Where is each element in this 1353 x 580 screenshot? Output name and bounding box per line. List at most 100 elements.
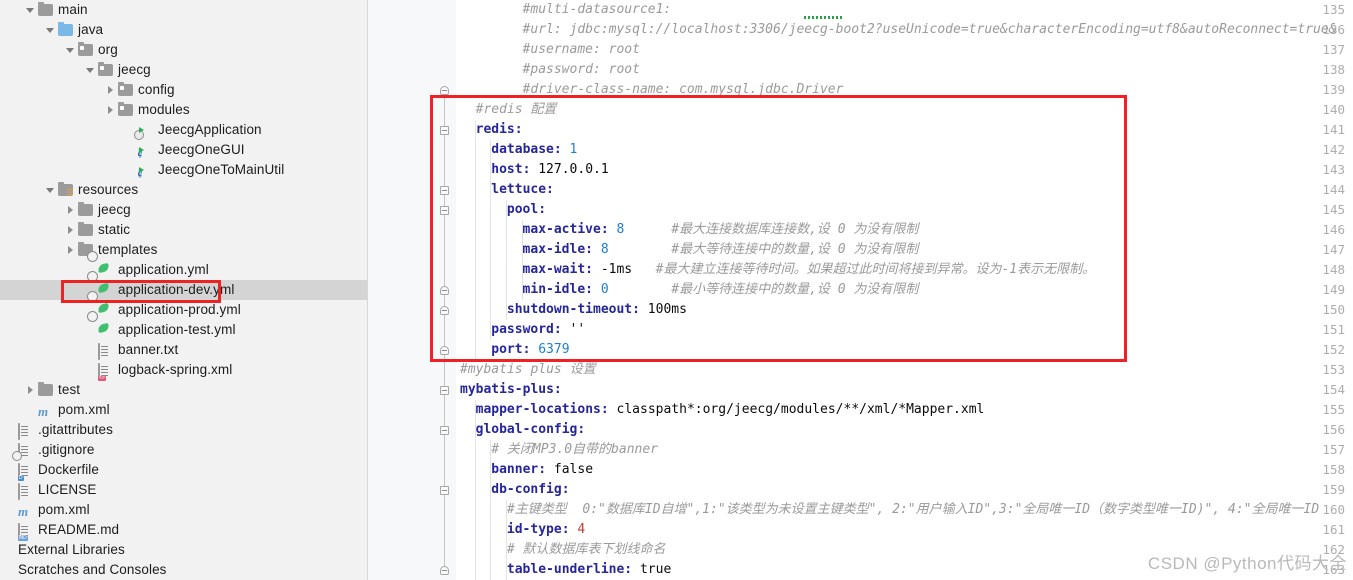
fold-end-marker[interactable]: [440, 566, 449, 575]
code-text-area[interactable]: #multi-datasource1: #url: jdbc:mysql://lo…: [456, 0, 1353, 580]
chevron-down-icon[interactable]: [25, 5, 36, 16]
code-line-163[interactable]: table-underline: true: [507, 560, 671, 580]
tree-item-dockerfile[interactable]: D Dockerfile: [0, 460, 367, 481]
tree-item-java[interactable]: java: [0, 20, 367, 40]
folder-package-icon: [118, 81, 134, 98]
chevron-down-icon[interactable]: [45, 185, 56, 196]
tree-item-test[interactable]: test: [0, 380, 367, 400]
tree-item-jeecgonetomainutil[interactable]: c JeecgOneToMainUtil: [0, 160, 367, 180]
tree-item-jeecg[interactable]: jeecg: [0, 200, 367, 220]
tree-item-label: JeecgOneToMainUtil: [158, 162, 285, 177]
tree-item-resources[interactable]: resources: [0, 180, 367, 200]
tree-item-jeecgonegui[interactable]: c JeecgOneGUI: [0, 140, 367, 160]
code-line-150[interactable]: shutdown-timeout: 100ms: [507, 300, 687, 320]
tree-item-config[interactable]: config: [0, 80, 367, 100]
tree-item-license[interactable]: LICENSE: [0, 480, 367, 500]
tree-item-templates[interactable]: templates: [0, 240, 367, 260]
folder-resources-icon: [58, 181, 74, 198]
fold-collapse-marker[interactable]: [440, 486, 449, 495]
project-tree-panel[interactable]: mainjavaorg jeecg configmodulescJeecgAppli…: [0, 0, 368, 580]
chevron-right-icon[interactable]: [105, 85, 116, 96]
code-line-162[interactable]: # 默认数据库表下划线命名: [507, 540, 666, 560]
fold-collapse-marker[interactable]: [440, 426, 449, 435]
fold-collapse-marker[interactable]: [440, 186, 449, 195]
chevron-right-icon[interactable]: [65, 205, 76, 216]
fold-end-marker[interactable]: [440, 346, 449, 355]
folder-package-icon: [118, 101, 134, 118]
fold-end-marker[interactable]: [440, 306, 449, 315]
code-line-135[interactable]: #multi-datasource1:: [523, 0, 672, 20]
tree-item--gitattributes[interactable]: .gitattributes: [0, 420, 367, 440]
tree-item-pom-xml[interactable]: m pom.xml: [0, 500, 367, 520]
tree-item-application-prod-yml[interactable]: application-prod.yml: [0, 291, 367, 320]
code-line-143[interactable]: host: 127.0.0.1: [491, 160, 608, 180]
code-line-139[interactable]: #driver-class-name: com.mysql.jdbc.Drive…: [523, 80, 844, 100]
tree-item-external-libraries[interactable]: External Libraries: [0, 540, 367, 560]
code-line-155[interactable]: mapper-locations: classpath*:org/jeecg/m…: [476, 400, 985, 420]
yml-file-icon: [87, 251, 114, 278]
fold-collapse-marker[interactable]: [440, 386, 449, 395]
code-line-146[interactable]: max-active: 8 #最大连接数据库连接数,设 0 为没有限制: [523, 220, 919, 240]
code-line-147[interactable]: max-idle: 8 #最大等待连接中的数量,设 0 为没有限制: [523, 240, 919, 260]
chevron-right-icon[interactable]: [65, 225, 76, 236]
fold-end-marker[interactable]: [440, 86, 449, 95]
code-line-161[interactable]: id-type: 4: [507, 520, 585, 540]
tree-item-jeecg[interactable]: jeecg: [0, 60, 367, 80]
code-line-137[interactable]: #username: root: [523, 40, 640, 60]
chevron-right-icon[interactable]: [105, 105, 116, 116]
chevron-down-icon[interactable]: [45, 25, 56, 36]
code-line-136[interactable]: #url: jdbc:mysql://localhost:3306/jeecg-…: [523, 20, 1337, 40]
spellcheck-squiggle: [804, 16, 843, 19]
code-line-141[interactable]: redis:: [476, 120, 523, 140]
code-line-140[interactable]: #redis 配置: [476, 100, 557, 120]
tree-item-application-dev-yml[interactable]: application-dev.yml: [0, 271, 367, 300]
code-editor[interactable]: #multi-datasource1: #url: jdbc:mysql://lo…: [368, 0, 1353, 580]
code-line-159[interactable]: db-config:: [491, 480, 569, 500]
code-line-154[interactable]: mybatis-plus:: [460, 380, 562, 400]
code-line-148[interactable]: max-wait: -1ms #最大建立连接等待时间。如果超过此时间将接到异常。…: [523, 260, 1096, 280]
code-line-142[interactable]: database: 1: [491, 140, 577, 160]
tree-item-label: jeecg: [118, 62, 151, 77]
code-line-144[interactable]: lettuce:: [491, 180, 554, 200]
no-arrow-spacer: [5, 525, 16, 536]
indent-guide: [521, 220, 523, 300]
tree-item-main[interactable]: main: [0, 0, 367, 20]
line-number: 144: [1322, 182, 1345, 197]
indent-guide: [505, 200, 507, 320]
tree-item-modules[interactable]: modules: [0, 100, 367, 120]
chevron-down-icon[interactable]: [65, 45, 76, 56]
code-line-152[interactable]: port: 6379: [491, 340, 569, 360]
chevron-right-icon[interactable]: [25, 385, 36, 396]
code-line-158[interactable]: banner: false: [491, 460, 593, 480]
tree-item-label: JeecgApplication: [158, 122, 262, 137]
chevron-right-icon[interactable]: [65, 245, 76, 256]
line-number: 153: [1322, 362, 1345, 377]
fold-end-marker[interactable]: [440, 286, 449, 295]
tree-item-application-yml[interactable]: application.yml: [0, 251, 367, 280]
tree-item-pom-xml[interactable]: m pom.xml: [0, 400, 367, 420]
code-line-157[interactable]: # 关闭MP3.0自带的banner: [491, 440, 658, 460]
tree-item-readme-md[interactable]: MD README.md: [0, 520, 367, 541]
code-line-145[interactable]: pool:: [507, 200, 546, 220]
code-line-149[interactable]: min-idle: 0 #最小等待连接中的数量,设 0 为没有限制: [523, 280, 919, 300]
tree-item-logback-spring-xml[interactable]: <> logback-spring.xml: [0, 360, 367, 381]
folder-icon: [78, 221, 94, 238]
tree-item-application-test-yml[interactable]: application-test.yml: [0, 311, 367, 340]
tree-item-label: application-dev.yml: [118, 282, 235, 297]
indent-guide: [474, 120, 476, 360]
tree-item--gitignore[interactable]: .gitignore: [0, 440, 367, 461]
fold-collapse-marker[interactable]: [440, 206, 449, 215]
folder-icon: [78, 201, 94, 218]
code-line-153[interactable]: #mybatis plus 设置: [460, 360, 596, 380]
tree-item-static[interactable]: static: [0, 220, 367, 240]
tree-item-org[interactable]: org: [0, 40, 367, 60]
tree-item-scratches-and-consoles[interactable]: Scratches and Consoles: [0, 560, 367, 580]
code-line-138[interactable]: #password: root: [523, 60, 640, 80]
code-line-156[interactable]: global-config:: [476, 420, 586, 440]
fold-collapse-marker[interactable]: [440, 126, 449, 135]
chevron-down-icon[interactable]: [85, 65, 96, 76]
code-line-160[interactable]: #主键类型 0:"数据库ID自增",1:"该类型为未设置主键类型", 2:"用户…: [507, 500, 1319, 520]
code-line-151[interactable]: password: '': [491, 320, 585, 340]
tree-item-jeecgapplication[interactable]: c JeecgApplication: [0, 120, 367, 140]
tree-item-banner-txt[interactable]: banner.txt: [0, 340, 367, 360]
